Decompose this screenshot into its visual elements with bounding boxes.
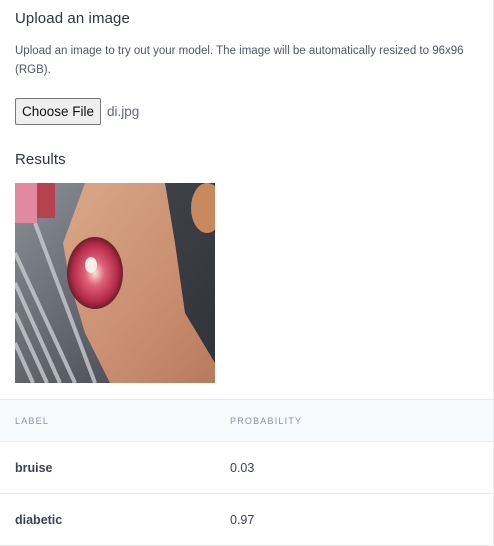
selected-file-name: di.jpg bbox=[107, 104, 140, 119]
results-section-title: Results bbox=[15, 151, 66, 168]
upload-section-title: Upload an image bbox=[15, 10, 130, 27]
row-probability: 0.97 bbox=[215, 493, 493, 546]
upload-description: Upload an image to try out your model. T… bbox=[15, 45, 464, 76]
table-row: bruise 0.03 bbox=[0, 441, 493, 494]
row-label: bruise bbox=[0, 441, 215, 494]
row-probability: 0.03 bbox=[215, 441, 493, 494]
table-header-row: LABEL PROBABILITY bbox=[0, 399, 493, 442]
result-image bbox=[15, 183, 215, 383]
row-label: diabetic bbox=[0, 493, 215, 546]
table-row: diabetic 0.97 bbox=[0, 493, 493, 546]
column-header-probability: PROBABILITY bbox=[215, 399, 493, 442]
file-input-row: Choose File di.jpg bbox=[15, 98, 139, 125]
results-table: LABEL PROBABILITY bruise 0.03 diabetic 0… bbox=[0, 399, 493, 546]
page: Upload an image Upload an image to try o… bbox=[0, 0, 494, 546]
choose-file-button[interactable]: Choose File bbox=[15, 98, 102, 125]
column-header-label: LABEL bbox=[0, 399, 215, 442]
